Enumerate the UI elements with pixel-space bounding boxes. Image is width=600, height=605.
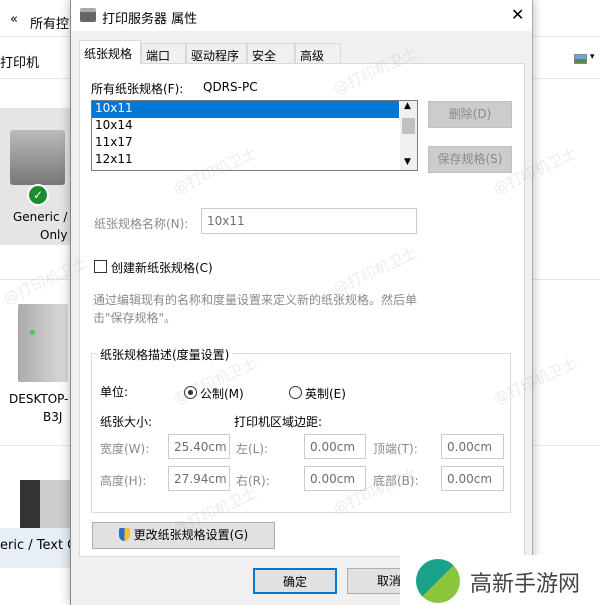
ok-button[interactable]: 确定 bbox=[253, 568, 337, 594]
group-title: 纸张规格描述(度量设置) bbox=[97, 346, 233, 363]
back-button[interactable]: « bbox=[10, 12, 18, 27]
scroll-up-icon[interactable]: ▲ bbox=[404, 101, 411, 111]
forms-list[interactable]: 10x11 10x14 11x17 12x11 ▲ ▼ bbox=[91, 100, 418, 171]
printer-icon bbox=[80, 8, 96, 22]
change-form-settings-button[interactable]: 更改纸张规格设置(G) bbox=[92, 522, 275, 549]
left-margin-input[interactable]: 0.00cm bbox=[304, 434, 366, 459]
tab-ports[interactable]: 端口 bbox=[141, 43, 186, 64]
print-server-properties-dialog: 打印服务器 属性 ✕ 纸张规格 端口 驱动程序 安全 高级 所有纸张规格(F):… bbox=[70, 0, 533, 605]
list-item[interactable]: 10x11 bbox=[92, 101, 399, 118]
computer-icon bbox=[18, 304, 68, 382]
delete-button[interactable]: 删除(D) bbox=[428, 101, 512, 128]
create-new-label[interactable]: 创建新纸张规格(C) bbox=[111, 259, 213, 276]
logo-text: 高新手游网 bbox=[470, 572, 581, 597]
forms-panel: 所有纸张规格(F): QDRS-PC 10x11 10x14 11x17 12x… bbox=[79, 63, 525, 557]
tab-forms[interactable]: 纸张规格 bbox=[79, 40, 141, 65]
site-logo: 高新手游网 bbox=[400, 555, 600, 605]
dialog-title: 打印服务器 属性 bbox=[102, 12, 198, 27]
shield-icon bbox=[118, 528, 130, 541]
bottom-margin-input[interactable]: 0.00cm bbox=[441, 466, 504, 491]
printer-icon bbox=[10, 130, 65, 185]
device-tile-generic[interactable]: ✓ Generic / Only bbox=[0, 108, 70, 245]
metric-radio[interactable] bbox=[184, 386, 197, 399]
device-tile-desktop[interactable]: DESKTOP- B3J bbox=[0, 290, 70, 430]
tab-security[interactable]: 安全 bbox=[247, 43, 295, 64]
view-icon[interactable] bbox=[574, 54, 587, 64]
save-form-button[interactable]: 保存规格(S) bbox=[428, 146, 512, 173]
scrollbar[interactable]: ▲ ▼ bbox=[400, 101, 417, 170]
forms-label: 所有纸张规格(F): bbox=[91, 82, 184, 96]
chevron-down-icon[interactable]: ▾ bbox=[590, 52, 595, 62]
right-margin-input[interactable]: 0.00cm bbox=[304, 466, 366, 491]
list-item[interactable]: 11x17 bbox=[92, 135, 417, 152]
top-margin-input[interactable]: 0.00cm bbox=[441, 434, 504, 459]
power-led bbox=[30, 330, 35, 335]
tab-drivers[interactable]: 驱动程序 bbox=[186, 43, 247, 64]
english-radio[interactable] bbox=[289, 386, 302, 399]
server-name: QDRS-PC bbox=[203, 80, 258, 94]
height-input[interactable]: 27.94cm bbox=[168, 466, 230, 491]
create-new-checkbox[interactable] bbox=[94, 260, 107, 273]
title-bar: 打印服务器 属性 ✕ bbox=[71, 0, 532, 31]
form-name-input[interactable]: 10x11 bbox=[201, 208, 417, 234]
help-text: 通过编辑现有的名称和度量设置来定义新的纸张规格。然后单 bbox=[93, 293, 418, 307]
logo-icon bbox=[416, 559, 460, 603]
width-input[interactable]: 25.40cm bbox=[168, 434, 230, 459]
default-check-icon: ✓ bbox=[27, 184, 49, 206]
close-icon[interactable]: ✕ bbox=[511, 5, 524, 24]
help-text-2: 击"保存规格"。 bbox=[93, 311, 177, 325]
scroll-down-icon[interactable]: ▼ bbox=[404, 157, 411, 167]
toolbar-printers[interactable]: 打印机 bbox=[0, 52, 39, 71]
list-item[interactable]: 12x11 bbox=[92, 152, 417, 169]
scroll-thumb[interactable] bbox=[402, 118, 415, 134]
tab-advanced[interactable]: 高级 bbox=[295, 43, 341, 64]
list-item[interactable]: 10x14 bbox=[92, 118, 417, 135]
form-name-label: 纸张规格名称(N): bbox=[94, 217, 189, 231]
